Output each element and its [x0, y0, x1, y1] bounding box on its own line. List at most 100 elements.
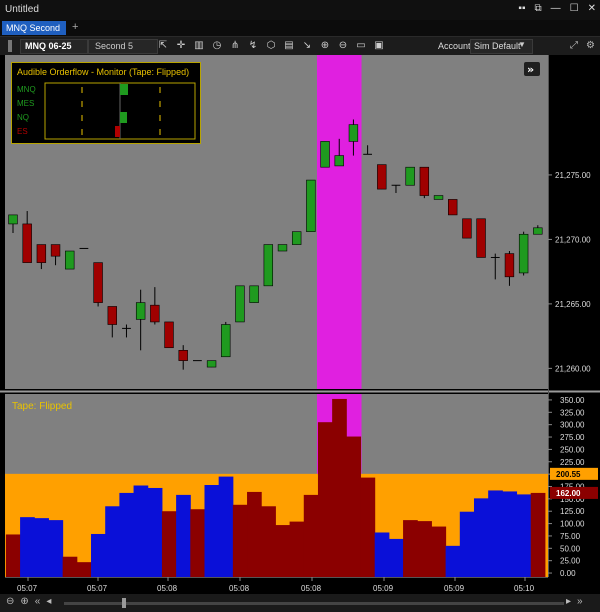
candle-body	[277, 244, 288, 252]
cube-icon[interactable]: ⬡	[264, 39, 278, 53]
toolbar-grip-icon[interactable]	[8, 40, 12, 52]
price-tick-label: 21,260.00	[555, 364, 591, 373]
instrument-selector[interactable]: MNQ 06-25	[20, 39, 88, 54]
zoom-in-icon[interactable]: ⊕	[318, 39, 332, 53]
volume-tick-label: 325.00	[560, 408, 585, 417]
tab-mnq-second-5[interactable]: MNQ Second 5	[2, 21, 66, 47]
scroll-track[interactable]	[64, 602, 564, 605]
time-tick-label: 05:07	[17, 584, 38, 593]
panel-toggle-button[interactable]: ▪▪	[518, 3, 525, 14]
scroll-thumb[interactable]	[122, 598, 126, 608]
volume-bar	[374, 532, 390, 577]
volume-bar	[5, 534, 21, 577]
candle-body	[65, 250, 75, 270]
volume-bar	[275, 525, 291, 577]
volume-bar	[34, 518, 49, 577]
candle-body	[348, 124, 359, 142]
time-tick-label: 05:09	[444, 584, 465, 593]
add-tab-button[interactable]: +	[72, 21, 78, 33]
volume-bar	[147, 487, 163, 577]
candle-body	[377, 164, 387, 190]
scroll-end-icon[interactable]: »	[577, 596, 583, 607]
price-tick-label: 21,265.00	[555, 300, 591, 309]
candle-body	[405, 166, 415, 186]
zoom-in-icon[interactable]: ⊕	[20, 596, 28, 607]
scroll-left-icon[interactable]: ◂	[46, 596, 51, 607]
volume-bar	[133, 485, 149, 577]
indicators-icon[interactable]: ⋔	[228, 39, 242, 53]
volume-bar	[388, 538, 404, 577]
zoom-out-icon[interactable]: ⊖	[336, 39, 350, 53]
price-tick-label: 21,270.00	[555, 235, 591, 244]
toolbar-icons: ⇱ ✛ ▥ ◷ ⋔ ↯ ⬡ ▤ ↘ ⊕ ⊖ ▭ ▣	[156, 39, 386, 53]
maximize-button[interactable]: ☐	[570, 3, 579, 14]
minimize-button[interactable]: —	[551, 3, 561, 14]
cursor-icon[interactable]: ⇱	[156, 39, 170, 53]
volume-bar	[176, 494, 191, 577]
volume-tick-label: 225.00	[560, 458, 585, 467]
save-icon[interactable]: ▣	[372, 39, 386, 53]
horizontal-scrollbar[interactable]: ⊖ ⊕ « ◂ ▸ »	[0, 594, 600, 612]
highlight-band-price	[316, 55, 362, 389]
volume-bar	[502, 491, 518, 577]
candle-body	[8, 214, 18, 225]
volume-bar	[445, 545, 461, 577]
volume-tick-label: 250.00	[560, 445, 585, 454]
window-title: Untitled	[5, 4, 39, 15]
volume-tick-label: 100.00	[560, 520, 585, 529]
threshold-value-label: 200.55	[556, 470, 581, 479]
close-button[interactable]: ✕	[588, 3, 596, 14]
tab-bar: MNQ Second 5 +	[0, 20, 600, 47]
candle-body	[235, 285, 245, 323]
volume-bar	[289, 521, 305, 577]
volume-bar	[431, 526, 447, 577]
candle-body	[22, 223, 32, 263]
volume-tick-label: 75.00	[560, 532, 581, 541]
candle-body	[178, 350, 188, 361]
candle-body	[518, 233, 529, 274]
monitor-bar-nq	[120, 112, 127, 123]
restore-button[interactable]: ⧉	[535, 3, 542, 14]
candle-body	[291, 231, 302, 245]
candle-body	[150, 304, 160, 323]
volume-bar	[20, 517, 35, 577]
volume-tick-label: 125.00	[560, 507, 585, 516]
candle-body	[504, 253, 515, 278]
time-tick-label: 05:08	[229, 584, 250, 593]
data-box-icon[interactable]: ▤	[282, 39, 296, 53]
clock-icon[interactable]: ◷	[210, 39, 224, 53]
candle-body	[135, 302, 146, 320]
strategies-icon[interactable]: ↯	[246, 39, 260, 53]
bar-style-icon[interactable]: ▥	[192, 39, 206, 53]
volume-tick-label: 50.00	[560, 544, 581, 553]
account-label: Account:	[438, 41, 474, 51]
volume-bar	[303, 494, 319, 577]
volume-bar	[261, 506, 276, 577]
volume-bar	[488, 490, 503, 577]
scroll-start-icon[interactable]: «	[35, 596, 41, 607]
scroll-left-controls: ⊖ ⊕ « ◂	[6, 596, 51, 607]
lower-panel-label: Tape: Flipped	[12, 401, 72, 412]
orderflow-monitor-panel: Audible Orderflow - Monitor (Tape: Flipp…	[11, 62, 201, 144]
folder-icon[interactable]: ▭	[354, 39, 368, 53]
volume-bar	[417, 521, 432, 577]
volume-tick-label: 350.00	[560, 396, 585, 405]
chevron-down-icon[interactable]: ▼	[518, 40, 526, 49]
toolbar-right: ⤢ ⚙	[570, 40, 595, 51]
crosshair-icon[interactable]: ✛	[174, 39, 188, 53]
candle-body	[476, 218, 486, 258]
volume-bar	[105, 506, 120, 577]
settings-icon[interactable]: ⚙	[586, 40, 595, 51]
volume-bar	[530, 492, 546, 577]
zoom-out-icon[interactable]: ⊖	[6, 596, 14, 607]
candle-body	[107, 306, 117, 325]
expand-icon[interactable]: ⤢	[570, 40, 578, 51]
scroll-right-icon[interactable]: ▸	[566, 596, 571, 607]
period-selector[interactable]: Second 5	[88, 39, 158, 54]
candle-body	[334, 155, 344, 167]
candle-body	[533, 227, 543, 235]
volume-bar	[190, 509, 205, 577]
drawing-tools-icon[interactable]: ↘	[300, 39, 314, 53]
candle-body	[36, 244, 47, 263]
volume-bar	[473, 498, 489, 577]
